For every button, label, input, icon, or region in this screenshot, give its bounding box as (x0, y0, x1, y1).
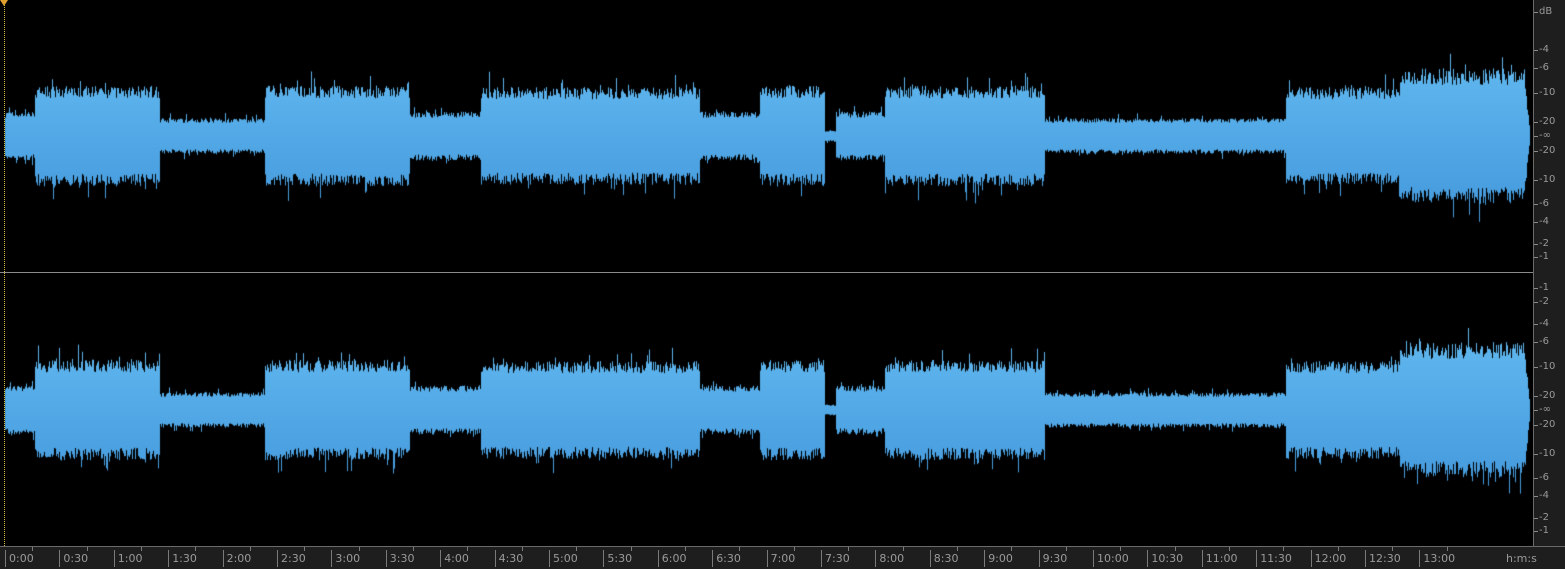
time-label: 13:00 (1419, 550, 1455, 567)
time-label: 1:30 (168, 550, 197, 567)
db-label: -20 (1533, 419, 1556, 430)
time-label: 4:30 (494, 550, 523, 567)
time-label: 1:00 (113, 550, 143, 567)
db-label: -∞ (1534, 130, 1551, 141)
time-format-label: h:m:s (1506, 552, 1537, 565)
db-label: -20 (1533, 390, 1556, 401)
db-label: -4 (1534, 216, 1549, 227)
minor-tick (1011, 547, 1013, 551)
minor-tick (249, 547, 251, 551)
minor-tick (413, 547, 414, 551)
minor-tick (1065, 547, 1067, 551)
db-label: -∞ (1534, 404, 1551, 415)
time-label: 8:00 (875, 550, 904, 567)
db-label: -6 (1534, 336, 1549, 347)
db-label: -4 (1534, 44, 1549, 55)
minor-tick (1120, 547, 1122, 551)
time-label: 12:30 (1365, 550, 1401, 567)
time-label: 0:30 (59, 550, 88, 567)
db-label: -10 (1533, 174, 1556, 185)
db-label: -1 (1534, 251, 1549, 262)
playhead-marker-icon[interactable] (0, 0, 8, 6)
time-label: 5:00 (549, 550, 578, 567)
time-label: 0:00 (5, 550, 34, 567)
channel-divider (0, 272, 1565, 273)
db-label: -10 (1533, 361, 1556, 372)
time-label: 7:00 (766, 550, 795, 567)
time-label: 8:30 (929, 550, 959, 567)
minor-tick (848, 547, 850, 551)
time-label: 12:00 (1310, 550, 1346, 567)
time-label: 11:00 (1201, 550, 1238, 567)
minor-tick (1229, 547, 1230, 551)
minor-tick (957, 547, 958, 551)
time-label: 9:30 (1038, 550, 1067, 567)
time-label: 6:00 (657, 550, 687, 567)
time-label: 2:30 (277, 550, 306, 567)
db-label: -6 (1534, 62, 1549, 73)
minor-tick (32, 547, 34, 551)
minor-tick (1337, 547, 1339, 551)
time-label: 3:30 (385, 550, 415, 567)
minor-tick (1283, 547, 1285, 551)
time-label: 10:00 (1093, 550, 1129, 567)
minor-tick (195, 547, 197, 551)
db-label: -4 (1534, 490, 1549, 501)
db-label: -2 (1534, 512, 1549, 523)
time-label: 5:30 (603, 550, 632, 567)
minor-tick (86, 547, 88, 551)
db-label: -2 (1534, 296, 1549, 307)
time-label: 11:30 (1256, 550, 1292, 567)
time-label: 10:30 (1147, 550, 1183, 567)
time-label: 3:00 (331, 550, 360, 567)
time-label: 4:00 (440, 550, 469, 567)
minor-tick (304, 547, 306, 551)
time-label: 9:00 (984, 550, 1013, 567)
minor-tick (576, 547, 578, 551)
db-unit-label: dB (1533, 6, 1553, 17)
minor-tick (358, 547, 360, 551)
minor-tick (141, 547, 142, 551)
db-label: -20 (1533, 116, 1556, 127)
minor-tick (521, 547, 523, 551)
minor-tick (902, 547, 904, 551)
db-label: -4 (1534, 318, 1549, 329)
time-label: 6:30 (712, 550, 741, 567)
minor-tick (685, 547, 686, 551)
minor-tick (1446, 547, 1448, 551)
minor-tick (793, 547, 795, 551)
db-label: -6 (1534, 472, 1549, 483)
time-ruler[interactable]: h:m:s 0:00 0:30 1:00 1:30 2:00 2:30 3:00 3:30 4:… (0, 546, 1565, 569)
db-label: -6 (1534, 198, 1549, 209)
db-label: -20 (1533, 145, 1556, 156)
time-label: 7:30 (821, 550, 850, 567)
minor-tick (630, 547, 632, 551)
db-label: -10 (1533, 448, 1556, 459)
db-label: -10 (1533, 87, 1556, 98)
minor-tick (739, 547, 741, 551)
db-label: -2 (1534, 238, 1549, 249)
db-label: -1 (1534, 525, 1549, 536)
minor-tick (1174, 547, 1176, 551)
playhead[interactable] (4, 0, 5, 546)
db-label: -1 (1534, 282, 1549, 293)
time-label: 2:00 (222, 550, 251, 567)
minor-tick (1392, 547, 1394, 551)
minor-tick (467, 547, 469, 551)
db-scale: dB -4 -6 -10 -20 -∞ -20 -10 -6 -4 -2 -1 -1 -2 -4 -6 -10… (1533, 0, 1565, 546)
waveform-display[interactable] (0, 0, 1533, 546)
